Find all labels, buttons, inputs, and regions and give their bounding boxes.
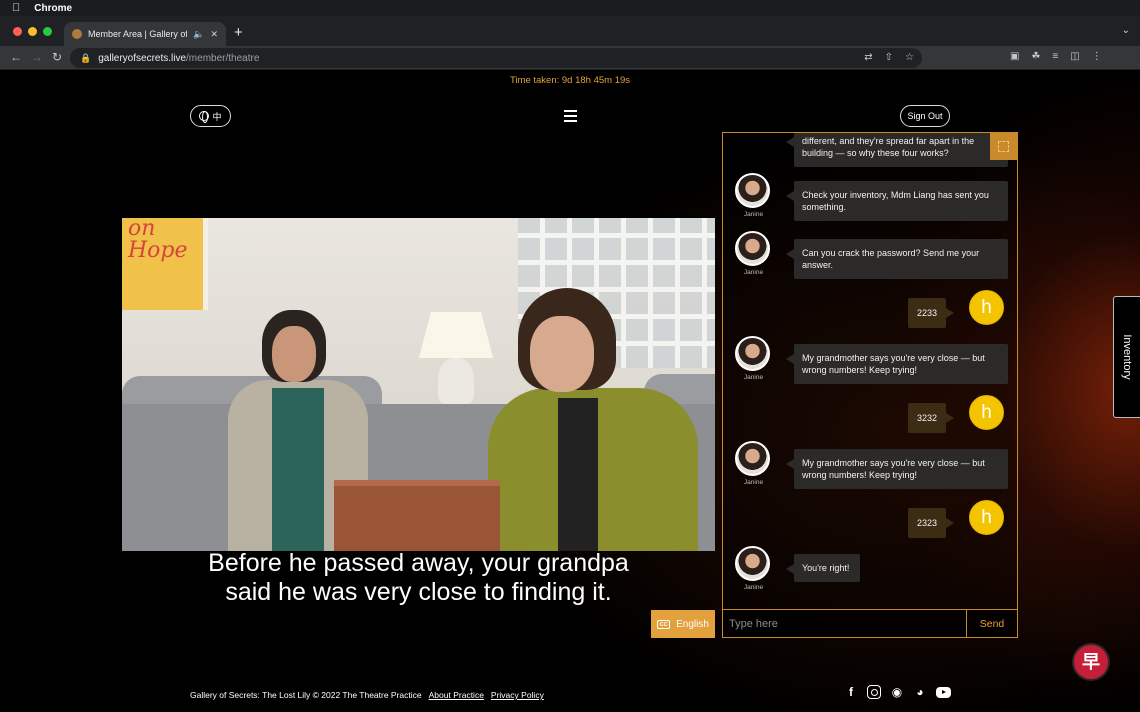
forward-icon[interactable]: → [31,50,43,64]
close-window-button[interactable] [13,27,22,36]
url-path: /member/theatre [186,52,260,64]
agent-name: Janine [743,584,764,591]
wechat-icon[interactable]: ◉ [890,685,904,699]
chat-composer: Send [722,609,1018,638]
tab-search-icon[interactable]: ⌄ [1122,25,1130,36]
sidepanel-icon[interactable]: ◫ [1070,51,1079,62]
back-icon[interactable]: ← [10,50,22,64]
instagram-icon[interactable] [867,685,881,699]
video-subtitle: Before he passed away, your grandpa said… [122,549,715,607]
about-practice-link[interactable]: About Practice [429,690,484,700]
brand-badge-icon[interactable]: 早 [1074,645,1108,679]
puzzle-icon[interactable]: ☘ [1031,51,1040,62]
media-queue-icon[interactable]: ≡ [1052,51,1058,62]
agent-bubble: Can you crack the password? Send me your… [786,239,1008,279]
agent-name: Janine [743,269,764,276]
user-avatar: h [969,290,1004,325]
agent-bubble: Check your inventory, Mdm Liang has sent… [786,181,1008,221]
agent-bubble: You're right! [786,554,860,582]
captions-language-label: English [676,618,709,630]
maximize-window-button[interactable] [43,27,52,36]
video-player[interactable]: on Hope [122,218,715,551]
user-avatar: h [969,500,1004,535]
bookmark-star-icon[interactable]: ☆ [905,52,914,63]
user-bubble: 2233 [907,298,955,328]
tab-close-icon[interactable]: ✕ [210,29,218,40]
browser-tabstrip: Member Area | Gallery of S 🔈 ✕ + ⌄ [0,16,1140,46]
video-poster-art: on Hope [122,218,208,310]
janine-avatar [735,173,770,208]
minimize-window-button[interactable] [28,27,37,36]
agent-name: Janine [743,211,764,218]
address-bar[interactable]: 🔒 galleryofsecrets.live/member/theatre ⇄… [70,48,922,68]
page: Time taken: 9d 18h 45m 19s 中 Sign Out on… [0,71,1140,712]
subtitle-line-2: said he was very close to finding it. [225,578,612,606]
agent-name: Janine [743,374,764,381]
social-links: f ◉ ◕ [844,685,951,699]
apple-icon[interactable]:  [12,2,20,14]
youtube-icon[interactable] [936,687,951,698]
fullscreen-icon[interactable] [990,133,1017,160]
share-icon[interactable]: ⇧ [885,52,893,63]
video-actor-younger [488,288,698,551]
favicon-icon [72,29,82,39]
translate-icon[interactable]: ⇄ [864,52,872,63]
language-label: 中 [212,111,222,122]
url-host: galleryofsecrets.live [98,52,187,64]
janine-avatar [735,546,770,581]
agent-bubble: My grandmother says you're very close — … [786,449,1008,489]
footer-copyright: Gallery of Secrets: The Lost Lily © 2022… [190,690,422,700]
agent-avatar: Janine [735,336,772,381]
inventory-label: Inventory [1121,334,1133,380]
new-tab-button[interactable]: + [234,24,243,42]
browser-toolbar: ← → ↻ 🔒 galleryofsecrets.live/member/the… [0,46,1140,70]
privacy-policy-link[interactable]: Privacy Policy [491,690,544,700]
footer: Gallery of Secrets: The Lost Lily © 2022… [190,690,544,700]
time-taken: Time taken: 9d 18h 45m 19s [509,75,631,86]
inventory-tab[interactable]: Inventory [1113,296,1140,418]
user-bubble: 2323 [907,508,955,538]
chat-input[interactable] [723,610,967,637]
agent-bubble: My grandmother says you're very close — … [786,344,1008,384]
user-bubble: 3232 [907,403,955,433]
cc-icon: CC [657,619,671,629]
agent-avatar: Janine [735,441,772,486]
tab-title: Member Area | Gallery of S [88,29,188,39]
user-avatar: h [969,395,1004,430]
browser-tab[interactable]: Member Area | Gallery of S 🔈 ✕ [64,22,226,46]
language-button[interactable]: 中 [190,105,231,127]
agent-avatar: Janine [735,546,772,591]
video-wooden-box [334,480,500,551]
janine-avatar [735,336,770,371]
globe-icon [199,111,210,123]
agent-avatar: Janine [735,231,772,276]
menu-dots-icon[interactable]: ⋮ [1092,51,1102,62]
extension-icon[interactable]: ▣ [1010,51,1019,62]
sign-out-button[interactable]: Sign Out [900,105,950,127]
agent-name: Janine [743,479,764,486]
lock-icon[interactable]: 🔒 [80,53,91,64]
menu-icon[interactable] [564,110,577,125]
captions-language-button[interactable]: CC English [651,610,715,638]
send-button[interactable]: Send [967,610,1017,637]
janine-avatar [735,441,770,476]
subtitle-line-1: Before he passed away, your grandpa [208,549,629,577]
agent-bubble: different, and they're spread far apart … [786,133,1008,167]
agent-avatar: Janine [735,173,772,218]
chat-panel[interactable]: different, and they're spread far apart … [722,132,1018,638]
app-name[interactable]: Chrome [34,3,72,14]
weibo-icon[interactable]: ◕ [913,685,927,699]
facebook-icon[interactable]: f [844,685,858,699]
janine-avatar [735,231,770,266]
os-menubar:  Chrome [0,0,1140,16]
reload-icon[interactable]: ↻ [52,50,62,64]
audio-icon[interactable]: 🔈 [193,29,204,40]
